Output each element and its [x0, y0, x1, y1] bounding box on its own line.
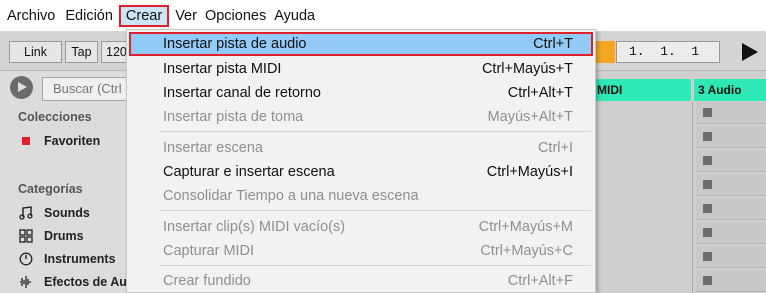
- category-label: Sounds: [44, 206, 90, 220]
- browser-panel: Buscar (Ctrl Colecciones Favoriten Categ…: [0, 71, 132, 293]
- category-drums[interactable]: Drums: [18, 228, 84, 244]
- collection-label: Favoriten: [44, 134, 101, 148]
- menu-ver[interactable]: Ver: [171, 5, 201, 27]
- menu-edicion[interactable]: Edición: [61, 5, 117, 27]
- clip-slot[interactable]: [696, 270, 766, 292]
- clip-slot[interactable]: [696, 246, 766, 268]
- play-icon[interactable]: [742, 43, 758, 61]
- menu-opciones[interactable]: Opciones: [201, 5, 270, 27]
- collection-favoriten[interactable]: Favoriten: [18, 133, 100, 149]
- stop-button-icon[interactable]: [703, 252, 712, 261]
- stop-button-icon[interactable]: [703, 228, 712, 237]
- menu-item-shortcut: Ctrl+Alt+F: [507, 273, 573, 289]
- menu-item-shortcut: Ctrl+T: [533, 36, 573, 52]
- stop-button-icon[interactable]: [703, 132, 712, 141]
- menu-item-insert-audio-track[interactable]: Insertar pista de audio Ctrl+T: [129, 32, 593, 56]
- menu-item-insert-empty-midi-clip: Insertar clip(s) MIDI vacío(s) Ctrl+Mayú…: [129, 215, 593, 239]
- column-divider: [692, 102, 693, 293]
- category-sounds[interactable]: Sounds: [18, 205, 90, 221]
- menu-item-shortcut: Ctrl+I: [537, 140, 573, 156]
- audio-track-header[interactable]: 3 Audio: [694, 79, 766, 101]
- category-label: Drums: [44, 229, 84, 243]
- menu-separator: [159, 265, 591, 266]
- menu-item-create-fade: Crear fundido Ctrl+Alt+F: [129, 269, 593, 293]
- menu-item-label: Insertar escena: [163, 140, 263, 156]
- category-label: Instruments: [44, 252, 116, 266]
- stop-button-icon[interactable]: [703, 204, 712, 213]
- link-button[interactable]: Link: [9, 41, 62, 63]
- menu-separator: [159, 210, 591, 211]
- clip-slot[interactable]: [696, 222, 766, 244]
- stop-button-icon[interactable]: [703, 156, 712, 165]
- menu-crear[interactable]: Crear: [118, 4, 170, 27]
- menu-item-label: Insertar pista de audio: [163, 36, 307, 52]
- menu-item-label: Consolidar Tiempo a una nueva escena: [163, 188, 419, 204]
- crear-menu-dropdown: Insertar pista de audio Ctrl+T Insertar …: [126, 29, 596, 293]
- categories-header: Categorías: [18, 182, 83, 196]
- menu-item-insert-return-track[interactable]: Insertar canal de retorno Ctrl+Alt+T: [129, 81, 593, 105]
- menu-item-consolidate-time-new-scene: Consolidar Tiempo a una nueva escena: [129, 184, 593, 208]
- arrangement-position-field[interactable]: 1. 1. 1: [616, 41, 720, 63]
- browser-search-input[interactable]: Buscar (Ctrl: [42, 77, 132, 101]
- menu-item-shortcut: Ctrl+Mayús+T: [481, 61, 573, 77]
- menu-ayuda[interactable]: Ayuda: [270, 5, 319, 27]
- stop-button-icon[interactable]: [703, 276, 712, 285]
- menu-item-insert-midi-track[interactable]: Insertar pista MIDI Ctrl+Mayús+T: [129, 57, 593, 81]
- arrangement-position-marker: [595, 41, 615, 63]
- menu-item-label: Crear fundido: [163, 273, 251, 289]
- menu-item-shortcut: Ctrl+Mayús+I: [486, 164, 573, 180]
- menu-item-shortcut: Ctrl+Mayús+M: [478, 219, 573, 235]
- category-label: Efectos de Au: [44, 275, 127, 289]
- clock-knob-icon: [18, 251, 34, 267]
- menu-separator: [159, 131, 591, 132]
- tap-button[interactable]: Tap: [65, 41, 98, 63]
- menu-item-shortcut: Mayús+Alt+T: [487, 109, 573, 125]
- menu-item-label: Capturar e insertar escena: [163, 164, 335, 180]
- menu-item-capture-insert-scene[interactable]: Capturar e insertar escena Ctrl+Mayús+I: [129, 160, 593, 184]
- category-audio-effects[interactable]: Efectos de Au: [18, 274, 127, 290]
- midi-track-header[interactable]: MIDI: [593, 79, 691, 101]
- clip-slot[interactable]: [696, 174, 766, 196]
- waveform-icon: [18, 274, 34, 290]
- stop-button-icon[interactable]: [703, 180, 712, 189]
- clip-slot[interactable]: [696, 150, 766, 172]
- menu-item-capture-midi: Capturar MIDI Ctrl+Mayús+C: [129, 239, 593, 263]
- menu-archivo[interactable]: Archivo: [3, 5, 59, 27]
- menu-item-insert-take-lane: Insertar pista de toma Mayús+Alt+T: [129, 105, 593, 129]
- clip-slot[interactable]: [696, 126, 766, 148]
- red-color-tag-icon: [18, 133, 34, 149]
- collections-header: Colecciones: [18, 110, 92, 124]
- menu-item-shortcut: Ctrl+Alt+T: [507, 85, 573, 101]
- clip-slot[interactable]: [696, 198, 766, 220]
- drum-grid-icon: [18, 228, 34, 244]
- music-note-icon: [18, 205, 34, 221]
- menu-item-label: Insertar pista MIDI: [163, 61, 282, 77]
- menu-item-label: Insertar canal de retorno: [163, 85, 321, 101]
- stop-button-icon[interactable]: [703, 108, 712, 117]
- clip-slot[interactable]: [696, 102, 766, 124]
- menu-item-label: Insertar pista de toma: [163, 109, 304, 125]
- menu-item-shortcut: Ctrl+Mayús+C: [480, 243, 573, 259]
- menu-item-insert-scene: Insertar escena Ctrl+I: [129, 136, 593, 160]
- preview-play-icon[interactable]: [10, 76, 33, 99]
- menu-item-label: Capturar MIDI: [163, 243, 255, 259]
- category-instruments[interactable]: Instruments: [18, 251, 116, 267]
- menu-item-label: Insertar clip(s) MIDI vacío(s): [163, 219, 346, 235]
- menu-bar: Archivo Edición Crear Ver Opciones Ayuda: [0, 0, 766, 31]
